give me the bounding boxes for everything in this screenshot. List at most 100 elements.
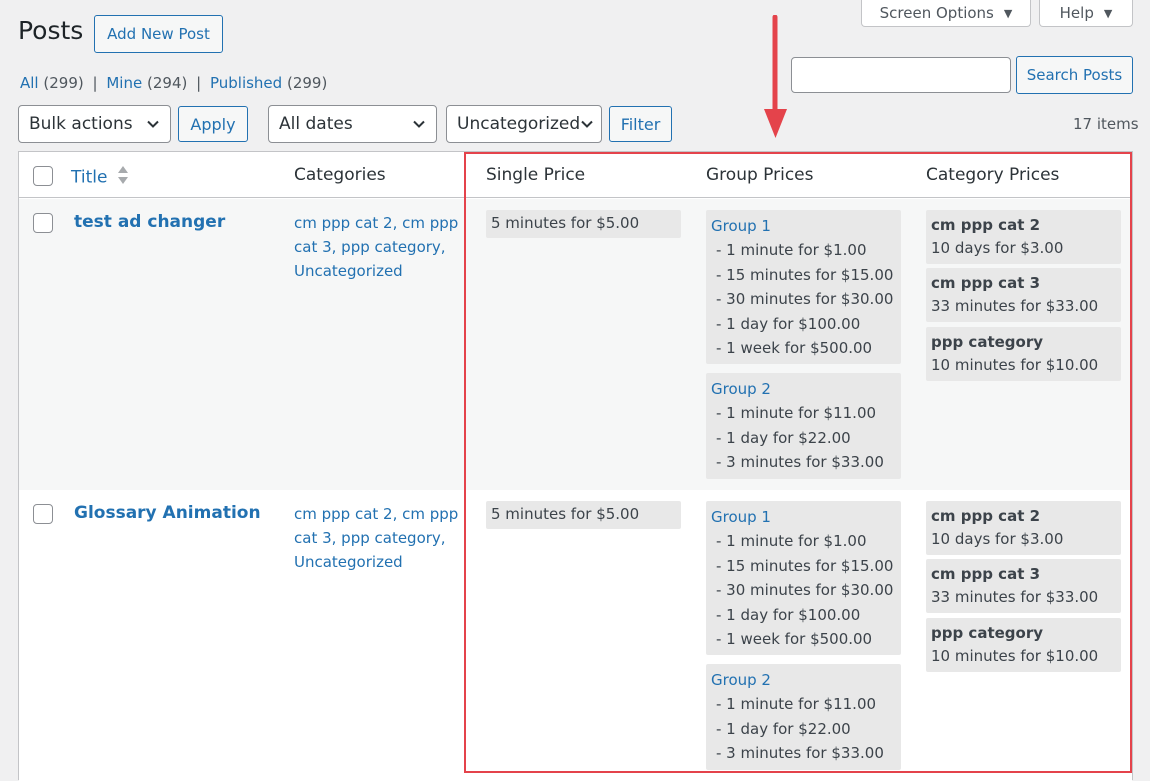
page-title: Posts: [18, 16, 84, 45]
group-name-link[interactable]: Group 1: [711, 505, 896, 529]
group-price-line: - 1 minute for $11.00: [716, 404, 877, 423]
group-name-link[interactable]: Group 1: [711, 214, 896, 238]
category-price-box: ppp category 10 minutes for $10.00: [926, 618, 1121, 672]
category-price-value: 33 minutes for $33.00: [931, 588, 1099, 606]
category-link[interactable]: Uncategorized: [294, 259, 459, 283]
caret-down-icon: ▼: [1003, 6, 1013, 20]
category-price-name: cm ppp cat 3: [931, 565, 1041, 583]
group-price-line: - 1 minute for $1.00: [716, 241, 867, 260]
view-published-link[interactable]: Published: [210, 74, 282, 92]
dates-select[interactable]: All dates: [268, 105, 437, 143]
category-price-box: cm ppp cat 3 33 minutes for $33.00: [926, 268, 1121, 322]
table-row: Glossary Animation cm ppp cat 2, cm ppp …: [19, 490, 1132, 781]
filter-button[interactable]: Filter: [609, 106, 672, 142]
search-posts-button[interactable]: Search Posts: [1016, 56, 1133, 94]
group-price-box: Group 1 - 1 minute for $1.00 - 15 minute…: [706, 501, 901, 656]
view-all-count: (299): [43, 74, 84, 92]
post-categories: cm ppp cat 2, cm ppp cat 3, ppp category…: [294, 211, 459, 283]
group-name-link[interactable]: Group 2: [711, 668, 896, 692]
view-published-count: (299): [286, 74, 328, 92]
group-price-line: - 1 day for $100.00: [716, 314, 861, 333]
column-category-prices-header: Category Prices: [926, 165, 1060, 185]
add-new-post-button[interactable]: Add New Post: [94, 15, 223, 53]
group-name-link[interactable]: Group 2: [711, 377, 896, 401]
category-select[interactable]: Uncategorized: [446, 105, 602, 143]
view-all-link[interactable]: All: [20, 74, 39, 92]
group-price-box: Group 1 - 1 minute for $1.00 - 15 minute…: [706, 210, 901, 365]
group-price-box: Group 2 - 1 minute for $11.00 - 1 day fo…: [706, 373, 901, 479]
help-label: Help: [1059, 4, 1094, 22]
group-price-line: - 1 week for $500.00: [716, 339, 873, 358]
dates-value: All dates: [279, 114, 353, 134]
chevron-down-icon: [412, 117, 426, 131]
post-title-link[interactable]: Glossary Animation: [74, 503, 261, 523]
group-price-line: - 1 minute for $1.00: [716, 532, 867, 551]
single-price-box: 5 minutes for $5.00: [486, 501, 681, 529]
group-price-line: - 30 minutes for $30.00: [716, 290, 894, 309]
view-published-label: Published: [209, 74, 283, 92]
table-header: Title Categories Single Price Group Pric…: [19, 152, 1132, 198]
help-tab[interactable]: Help ▼: [1039, 0, 1133, 27]
category-price-box: cm ppp cat 2 10 days for $3.00: [926, 210, 1121, 264]
category-price-name: ppp category: [931, 624, 1044, 642]
posts-table: Title Categories Single Price Group Pric…: [18, 151, 1133, 781]
category-price-name: ppp category: [931, 333, 1044, 351]
row-checkbox[interactable]: [33, 213, 53, 233]
items-count: 17 items: [1073, 115, 1139, 133]
apply-button[interactable]: Apply: [178, 106, 248, 142]
single-price-box: 5 minutes for $5.00: [486, 210, 681, 238]
category-price-name: cm ppp cat 2: [931, 216, 1041, 234]
category-price-value: 10 days for $3.00: [931, 239, 1064, 257]
category-price-value: 10 days for $3.00: [931, 530, 1064, 548]
select-all-checkbox[interactable]: [33, 166, 53, 186]
group-price-box: Group 2 - 1 minute for $11.00 - 1 day fo…: [706, 664, 901, 770]
category-price-box: ppp category 10 minutes for $10.00: [926, 327, 1121, 381]
group-price-line: - 30 minutes for $30.00: [716, 581, 894, 600]
caret-down-icon: ▼: [1103, 6, 1113, 20]
chevron-down-icon: [580, 117, 594, 131]
group-price-line: - 1 day for $22.00: [716, 428, 851, 447]
view-all-label: All: [20, 74, 39, 92]
category-link[interactable]: cm ppp cat 2, cm ppp: [294, 502, 459, 526]
column-single-price-header: Single Price: [486, 165, 586, 185]
view-mine-link[interactable]: Mine: [106, 74, 142, 92]
category-price-value: 10 minutes for $10.00: [931, 647, 1099, 665]
row-checkbox[interactable]: [33, 504, 53, 524]
annotation-arrow-icon: [764, 15, 787, 138]
bulk-actions-value: Bulk actions: [29, 114, 133, 134]
views-separator: |: [92, 74, 98, 92]
chevron-down-icon: [146, 117, 160, 131]
post-status-views: All (299) | Mine (294) | Published (299): [20, 74, 327, 92]
view-mine-label: Mine: [106, 74, 143, 92]
group-price-line: - 1 day for $22.00: [716, 719, 851, 738]
screen-options-label: Screen Options: [879, 4, 994, 22]
column-title-header[interactable]: Title: [71, 165, 129, 190]
category-price-name: cm ppp cat 2: [931, 507, 1041, 525]
column-title-label: Title: [71, 167, 108, 188]
group-price-line: - 3 minutes for $33.00: [716, 453, 884, 472]
screen-options-tab[interactable]: Screen Options ▼: [861, 0, 1031, 27]
category-price-box: cm ppp cat 2 10 days for $3.00: [926, 501, 1121, 555]
category-link[interactable]: cm ppp cat 2, cm ppp: [294, 211, 459, 235]
category-price-value: 10 minutes for $10.00: [931, 356, 1099, 374]
sort-icon: [117, 165, 129, 190]
table-row: test ad changer cm ppp cat 2, cm ppp cat…: [19, 199, 1132, 490]
column-categories-header: Categories: [294, 165, 386, 185]
column-group-prices-header: Group Prices: [706, 165, 814, 185]
category-link[interactable]: Uncategorized: [294, 550, 459, 574]
category-value: Uncategorized: [457, 114, 581, 134]
view-mine-count: (294): [147, 74, 188, 92]
views-separator: |: [196, 74, 202, 92]
group-price-line: - 15 minutes for $15.00: [716, 265, 894, 284]
category-link[interactable]: cat 3, ppp category,: [294, 526, 459, 550]
group-price-line: - 15 minutes for $15.00: [716, 556, 894, 575]
search-input[interactable]: [791, 57, 1011, 93]
post-title-link[interactable]: test ad changer: [74, 212, 225, 232]
post-categories: cm ppp cat 2, cm ppp cat 3, ppp category…: [294, 502, 459, 574]
group-price-line: - 1 week for $500.00: [716, 630, 873, 649]
group-price-line: - 1 minute for $11.00: [716, 695, 877, 714]
group-price-line: - 3 minutes for $33.00: [716, 744, 884, 763]
category-price-name: cm ppp cat 3: [931, 274, 1041, 292]
category-link[interactable]: cat 3, ppp category,: [294, 235, 459, 259]
bulk-actions-select[interactable]: Bulk actions: [18, 105, 171, 143]
